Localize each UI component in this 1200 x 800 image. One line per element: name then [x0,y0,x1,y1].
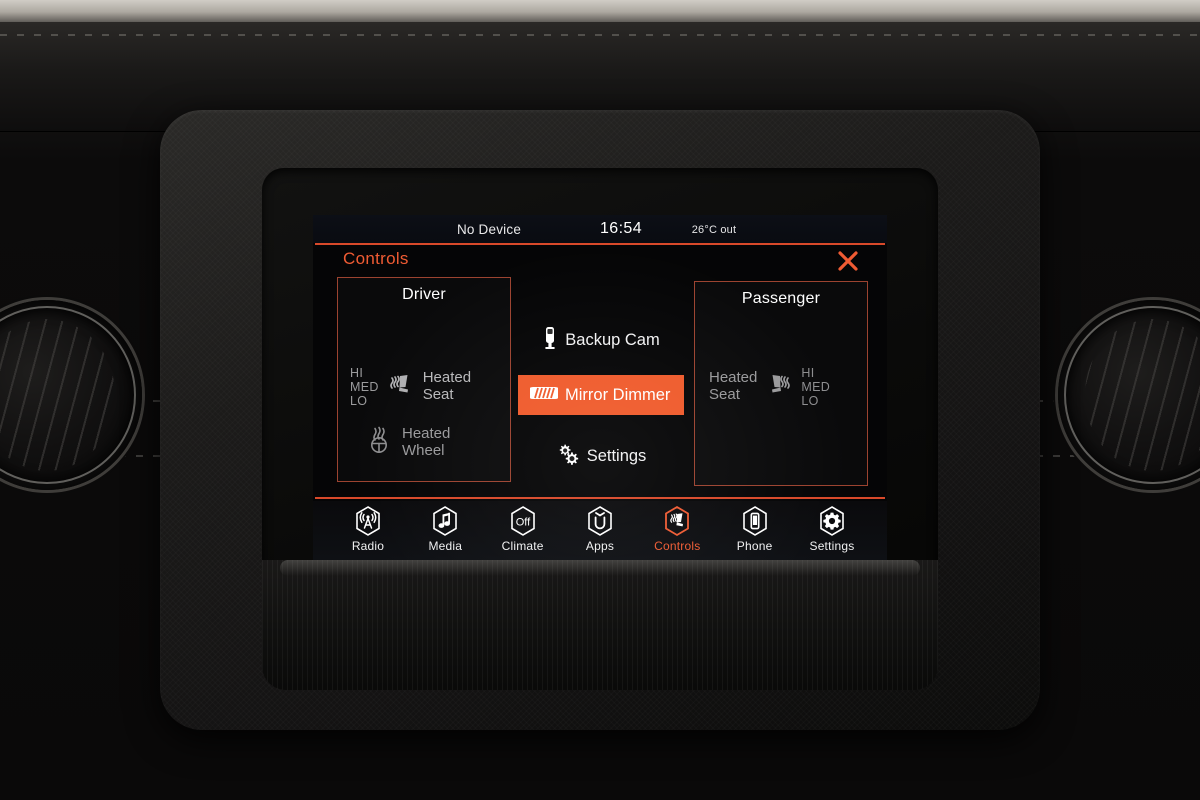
close-icon[interactable] [835,248,861,274]
nav-label-apps: Apps [585,539,615,553]
climate-off-icon: Off [506,505,540,537]
bottom-nav-bar: Radio Media Off Climate Apps Controls Ph… [313,501,887,560]
nav-item-phone[interactable]: Phone [720,505,790,553]
nav-label-climate: Climate [501,539,544,553]
driver-heated-seat-label: Heated Seat [422,369,472,404]
backup-camera-icon [542,324,558,357]
heated-seat-icon [660,505,694,537]
level-hi: HI [350,366,364,380]
grille-highlight [280,560,920,576]
radio-tower-icon [351,505,385,537]
label-line-2: Wheel [402,441,445,459]
gears-icon [556,442,580,471]
controls-content: Driver HI MED LO Heated Seat Heated Whee… [313,277,887,497]
speaker-grille [262,560,938,690]
nav-label-radio: Radio [351,539,385,553]
passenger-heated-seat-button[interactable]: Heated Seat HI MED LO [709,366,830,408]
driver-heated-seat-button[interactable]: HI MED LO Heated Seat [350,366,471,408]
phone-icon [738,505,772,537]
nav-item-apps[interactable]: Apps [565,505,635,553]
heated-seat-icon [387,372,415,403]
level-lo: LO [801,394,819,408]
controls-settings-label: Settings [586,446,647,465]
mirror-dimmer-icon [527,384,561,407]
nav-item-media[interactable]: Media [410,505,480,553]
air-vent-left[interactable] [0,300,142,490]
controls-settings-button[interactable]: Settings [518,437,684,475]
backup-cam-label: Backup Cam [565,330,660,349]
nav-item-settings[interactable]: Settings [797,505,867,553]
nav-label-phone: Phone [736,539,773,553]
dash-stitching [0,34,1200,36]
nav-item-climate[interactable]: Off Climate [488,505,558,553]
level-med: MED [350,380,379,394]
mirror-dimmer-label: Mirror Dimmer [565,385,671,404]
label-line-1: Heated [402,425,451,442]
heated-steering-wheel-icon [364,426,394,459]
gear-icon [815,505,849,537]
infotainment-screen[interactable]: No Device 16:54 26°C out Controls Driver… [313,215,887,560]
level-lo: LO [350,394,368,408]
status-bar: No Device 16:54 26°C out [313,215,887,243]
passenger-seat-level-indicator: HI MED LO [801,366,830,408]
screen-header: Controls [313,247,887,277]
page-title: Controls [343,249,409,268]
heated-seat-icon [765,372,793,403]
navbar-divider [315,497,885,499]
level-hi: HI [801,366,815,380]
driver-panel: Driver HI MED LO Heated Seat Heated Whee… [337,277,511,482]
label-line-1: Heated [709,369,758,387]
dashboard-scene: No Device 16:54 26°C out Controls Driver… [0,0,1200,800]
label-line-2: Seat [422,386,454,403]
nav-item-controls[interactable]: Controls [642,505,712,553]
uconnect-apps-icon [583,505,617,537]
nav-item-radio[interactable]: Radio [333,505,403,553]
center-controls-column: Backup Cam Mirror Dimmer Settings [518,277,684,482]
status-outside-temperature: 26°C out [691,224,737,236]
nav-label-media: Media [428,539,463,553]
driver-panel-title: Driver [402,286,446,303]
level-med: MED [801,380,831,394]
nav-label-controls: Controls [654,539,701,553]
air-vent-right[interactable] [1058,300,1200,490]
label-line-1: Heated [422,369,472,387]
passenger-panel: Passenger Heated Seat HI MED LO [694,281,868,486]
nav-label-settings: Settings [809,539,855,553]
passenger-panel-title: Passenger [741,290,821,307]
driver-heated-wheel-button[interactable]: Heated Wheel [364,425,451,460]
backup-cam-button[interactable]: Backup Cam [518,321,684,359]
svg-text:Off: Off [515,517,530,529]
label-line-2: Seat [709,386,740,403]
mirror-dimmer-button[interactable]: Mirror Dimmer [518,375,684,415]
driver-seat-level-indicator: HI MED LO [350,366,379,408]
header-divider-top [315,243,885,245]
passenger-heated-seat-label: Heated Seat [709,369,758,404]
driver-heated-wheel-label: Heated Wheel [402,425,451,460]
music-note-icon [428,505,462,537]
